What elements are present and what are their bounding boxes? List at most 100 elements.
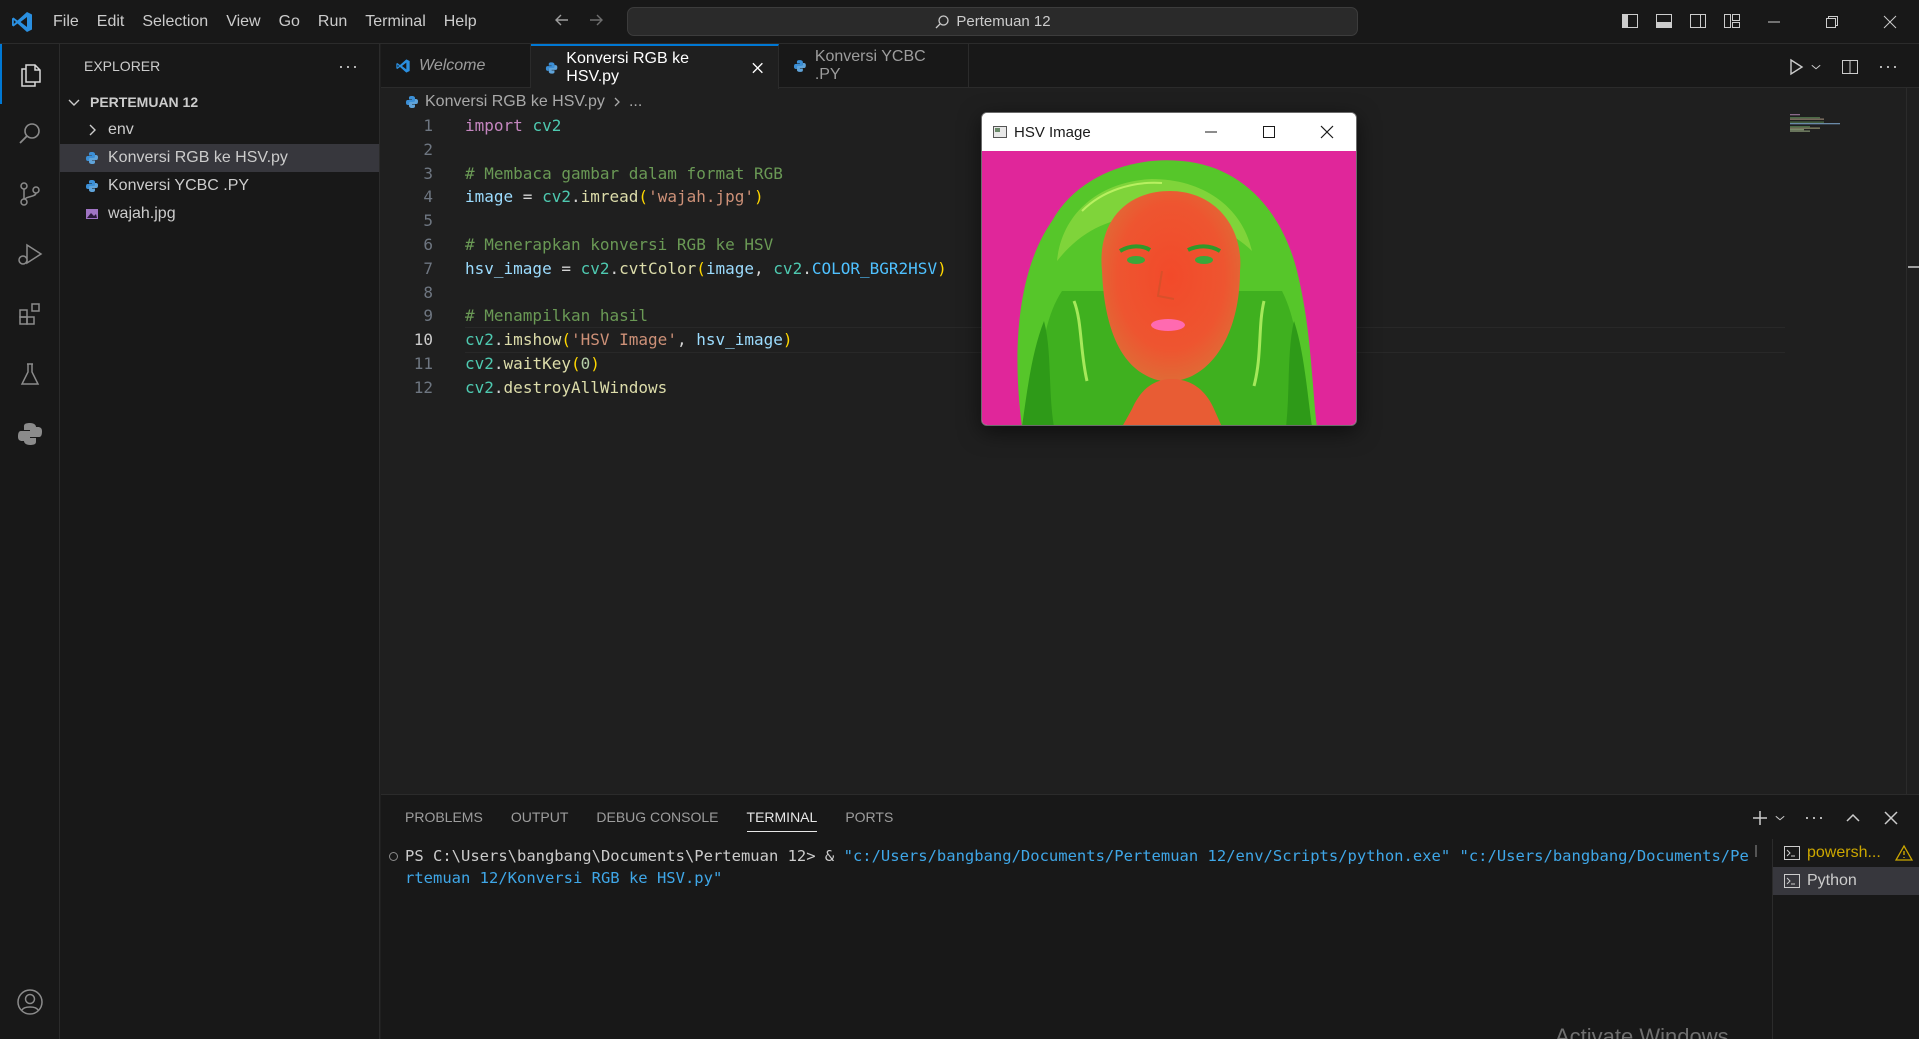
menu-file[interactable]: File [44, 0, 88, 44]
workspace-section-header[interactable]: PERTEMUAN 12 [60, 88, 379, 116]
minimize-icon [1768, 21, 1780, 23]
tab-terminal[interactable]: TERMINAL [746, 802, 818, 832]
explorer-activity[interactable] [0, 44, 60, 104]
tab-problems[interactable]: PROBLEMS [405, 795, 483, 839]
source-control-activity[interactable] [0, 164, 60, 224]
tree-item-label: env [108, 121, 134, 138]
scrollbar-cursor-mark [1908, 266, 1919, 268]
command-decoration-icon[interactable] [389, 852, 398, 861]
tab-konversi-ycbc[interactable]: Konversi YCBC .PY [779, 44, 969, 88]
back-arrow-icon[interactable] [552, 10, 572, 30]
editor-actions: ··· [1786, 56, 1899, 77]
menu-edit[interactable]: Edit [88, 0, 134, 44]
python-file-icon [86, 180, 98, 192]
window-app-icon [993, 126, 1007, 138]
toggle-panel-icon[interactable] [1654, 11, 1674, 31]
accounts-activity[interactable] [0, 972, 60, 1032]
close-icon [1883, 15, 1897, 29]
files-icon [21, 64, 41, 87]
window-controls [1745, 0, 1919, 44]
hsv-minimize-button[interactable] [1182, 113, 1240, 151]
extensions-activity[interactable] [0, 284, 60, 344]
close-icon [1320, 125, 1334, 139]
close-panel-icon[interactable] [1881, 808, 1901, 828]
more-actions-icon[interactable]: ··· [1804, 807, 1825, 828]
maximize-panel-icon[interactable] [1843, 808, 1863, 828]
tree-item-label: wajah.jpg [108, 205, 176, 222]
tree-item-label: Konversi YCBC .PY [108, 177, 250, 194]
terminal-icon [1784, 846, 1800, 860]
terminal-item-powershell[interactable]: powersh... [1773, 839, 1919, 867]
run-debug-activity[interactable] [0, 224, 60, 284]
hsv-close-button[interactable] [1298, 113, 1356, 151]
terminal-output[interactable]: PS C:\Users\bangbang\Documents\Pertemuan… [381, 845, 1753, 1035]
activate-windows-watermark: Activate Windows [1555, 1024, 1729, 1039]
run-python-file-icon[interactable] [1786, 57, 1806, 77]
menu-view[interactable]: View [217, 0, 269, 44]
minimap[interactable] [1790, 114, 1850, 144]
close-window-button[interactable] [1861, 0, 1919, 44]
nav-arrows [552, 10, 606, 30]
flask-icon [20, 363, 40, 385]
tree-item-wajah-jpg[interactable]: wajah.jpg [60, 200, 379, 228]
terminal-item-python[interactable]: Python [1773, 867, 1919, 895]
menu-help[interactable]: Help [435, 0, 486, 44]
new-terminal-icon[interactable] [1750, 808, 1770, 828]
customize-layout-icon[interactable] [1722, 11, 1742, 31]
testing-activity[interactable] [0, 344, 60, 404]
tree-item-konversi-ycbc[interactable]: Konversi YCBC .PY [60, 172, 379, 200]
activity-bar [0, 44, 60, 1039]
hsv-image-window[interactable]: HSV Image [981, 112, 1357, 426]
terminal-scrollbar[interactable] [1755, 845, 1767, 857]
menu-terminal[interactable]: Terminal [356, 0, 434, 44]
tab-output[interactable]: OUTPUT [511, 795, 569, 839]
vscode-logo-icon [12, 12, 32, 32]
panel-tab-bar: PROBLEMS OUTPUT DEBUG CONSOLE TERMINAL P… [405, 795, 893, 839]
menu-run[interactable]: Run [309, 0, 356, 44]
tree-item-env[interactable]: env [60, 116, 379, 144]
breadcrumb: Konversi RGB ke HSV.py ... [381, 88, 642, 116]
chevron-down-icon[interactable] [1810, 57, 1822, 77]
tab-konversi-rgb-hsv[interactable]: Konversi RGB ke HSV.py [531, 44, 779, 89]
restore-button[interactable] [1803, 0, 1861, 44]
more-actions-icon[interactable]: ··· [1878, 56, 1899, 77]
terminal-item-label: powersh... [1807, 844, 1881, 861]
python-activity[interactable] [0, 404, 60, 464]
toggle-primary-sidebar-icon[interactable] [1620, 11, 1640, 31]
search-icon [935, 14, 950, 28]
vscode-logo-icon [396, 59, 410, 73]
terminal-prompt: PS C:\Users\bangbang\Documents\Pertemuan… [405, 847, 844, 865]
hsv-window-titlebar[interactable]: HSV Image [982, 113, 1356, 151]
tab-debug-console[interactable]: DEBUG CONSOLE [596, 795, 718, 839]
explorer-more-actions[interactable]: ··· [338, 56, 359, 77]
tab-label: Konversi RGB ke HSV.py [566, 49, 689, 85]
forward-arrow-icon[interactable] [586, 10, 606, 30]
command-center-search[interactable]: Pertemuan 12 [627, 7, 1358, 36]
search-activity[interactable] [0, 104, 60, 164]
tab-welcome[interactable]: Welcome [381, 44, 531, 88]
editor-tab-bar: Welcome Konversi RGB ke HSV.py Konversi … [381, 44, 1919, 89]
close-tab-icon[interactable] [751, 61, 764, 75]
tab-ports[interactable]: PORTS [845, 795, 893, 839]
tab-label: Konversi YCBC .PY [814, 48, 926, 83]
explorer-header: EXPLORER ··· [60, 44, 379, 88]
menu-bar: File Edit Selection View Go Run Terminal… [44, 0, 486, 44]
breadcrumb-symbols[interactable]: ... [629, 93, 642, 111]
toggle-secondary-sidebar-icon[interactable] [1688, 11, 1708, 31]
source-control-icon [20, 182, 40, 206]
chevron-down-icon[interactable] [1774, 808, 1786, 828]
terminal-item-label: Python [1807, 872, 1857, 889]
terminal-list: powersh... Python [1772, 839, 1919, 1039]
minimize-button[interactable] [1745, 0, 1803, 44]
menu-go[interactable]: Go [270, 0, 309, 44]
layout-controls [1620, 11, 1742, 31]
tree-item-label: Konversi RGB ke HSV.py [108, 149, 288, 166]
editor-scrollbar[interactable] [1906, 88, 1919, 794]
breadcrumb-file[interactable]: Konversi RGB ke HSV.py [425, 93, 605, 111]
split-editor-icon[interactable] [1840, 57, 1860, 77]
terminal-python-path: "c:/Users/bangbang/Documents/Pertemuan 1… [843, 847, 1451, 865]
tree-item-konversi-rgb-hsv[interactable]: Konversi RGB ke HSV.py [60, 144, 379, 172]
hsv-face-image [982, 151, 1356, 425]
menu-selection[interactable]: Selection [133, 0, 217, 44]
hsv-maximize-button[interactable] [1240, 113, 1298, 151]
